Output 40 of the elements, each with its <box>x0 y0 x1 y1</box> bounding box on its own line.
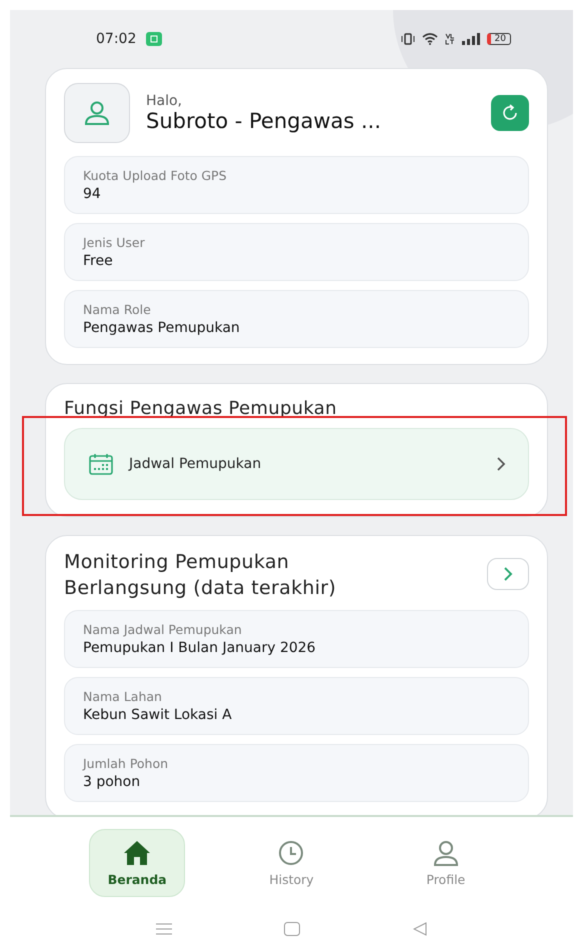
menu-icon[interactable] <box>156 923 172 935</box>
field-label: Jumlah Pohon <box>83 756 170 772</box>
refresh-button[interactable] <box>491 95 529 131</box>
battery-indicator: 20 <box>486 33 511 45</box>
volte-icon <box>444 33 455 45</box>
signal-icon <box>462 33 480 45</box>
field-value: 3 pohon <box>83 774 142 790</box>
field-value: Free <box>83 253 114 269</box>
calendar-icon <box>89 453 113 475</box>
field-label: Kuota Upload Foto GPS <box>83 168 228 183</box>
app-notification-icon <box>146 32 162 46</box>
back-icon[interactable] <box>412 922 427 936</box>
field-value: Kebun Sawit Lokasi A <box>83 707 233 724</box>
nav-tab[interactable]: Profile <box>398 829 494 897</box>
section-title: Fungsi Pengawas Pemupukan <box>64 398 338 419</box>
wifi-icon <box>422 33 438 45</box>
field-value: Pemupukan I Bulan January 2026 <box>83 640 317 656</box>
nav-tab[interactable]: History <box>243 829 340 897</box>
greeting: Halo, <box>146 93 184 109</box>
field-label: Nama Jadwal Pemupukan <box>83 622 243 638</box>
nav-tab[interactable]: Beranda <box>89 829 186 897</box>
section-title: Monitoring Pemupukan Berlangsung (data terakhir) <box>64 550 338 601</box>
chevron-right-icon <box>504 567 512 581</box>
user-name: Subroto - Pengawas ... <box>146 109 382 133</box>
open-button[interactable] <box>487 558 529 590</box>
vibrate-icon <box>400 33 415 45</box>
field-label: Nama Lahan <box>83 689 163 704</box>
home-button-icon[interactable] <box>284 922 300 936</box>
field-value: 94 <box>83 186 102 202</box>
status-time: 07:02 <box>96 31 136 47</box>
home-icon <box>123 840 152 866</box>
refresh-icon <box>501 104 519 122</box>
user-icon <box>432 840 460 866</box>
field-value: Pengawas Pemupukan <box>83 320 241 336</box>
user-icon <box>84 101 110 125</box>
field-label: Nama Role <box>83 302 152 317</box>
chevron-right-icon <box>497 457 506 471</box>
clock-icon <box>278 840 304 866</box>
menu-item[interactable]: Jadwal Pemupukan <box>64 428 529 500</box>
field-label: Jenis User <box>83 235 146 250</box>
